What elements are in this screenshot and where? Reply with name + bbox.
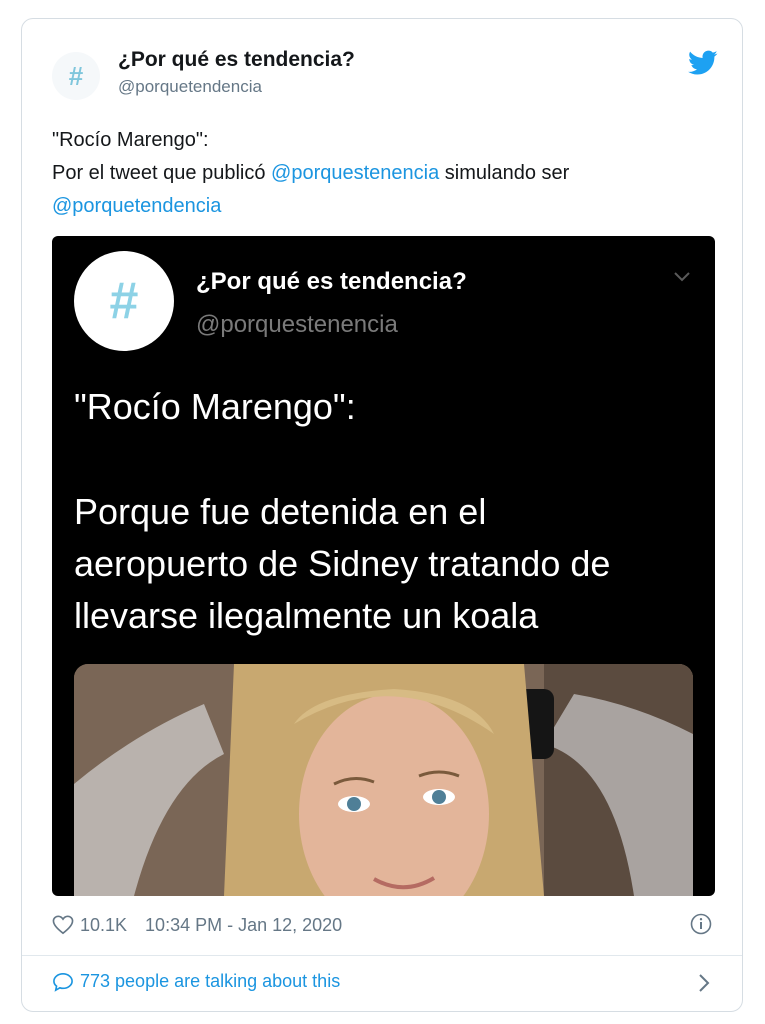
heart-icon xyxy=(52,915,74,935)
display-name[interactable]: ¿Por qué es tendencia? xyxy=(118,48,355,72)
embedded-avatar: # xyxy=(74,251,174,351)
chevron-right-icon[interactable] xyxy=(697,972,711,994)
embedded-body-line: Porque fue detenida en el xyxy=(74,491,487,532)
embedded-photo xyxy=(74,664,693,896)
hashtag-glyph: # xyxy=(109,272,139,330)
embedded-tweet-image[interactable]: # ¿Por qué es tendencia? @porquestenenci… xyxy=(52,236,715,896)
like-count: 10.1K xyxy=(80,914,128,935)
tweet-text-suffix: simulando ser xyxy=(439,162,570,184)
talking-text: 773 people are talking about this xyxy=(80,971,341,991)
talking-link[interactable]: 773 people are talking about this xyxy=(52,971,340,992)
mention-link[interactable]: @porquetendencia xyxy=(52,195,221,217)
hashtag-glyph: # xyxy=(68,60,84,91)
avatar[interactable]: # xyxy=(52,52,100,100)
embedded-body: Porque fue detenida en el aeropuerto de … xyxy=(74,486,694,642)
embedded-body-line: llevarse ilegalmente un koala xyxy=(74,595,539,636)
chevron-down-icon xyxy=(674,272,690,282)
timestamp-link[interactable]: 10:34 PM - Jan 12, 2020 xyxy=(145,915,342,936)
like-button[interactable]: 10.1K xyxy=(52,915,127,936)
tweet-text-line: Por el tweet que publicó @porquestenenci… xyxy=(52,157,712,190)
embedded-display-name: ¿Por qué es tendencia? xyxy=(196,268,467,295)
tweet-text-line: "Rocío Marengo": xyxy=(52,129,209,151)
embedded-handle: @porquestenencia xyxy=(196,311,398,338)
portrait-illustration xyxy=(74,664,693,896)
tweet-text-prefix: Por el tweet que publicó xyxy=(52,162,272,184)
embedded-quote: "Rocío Marengo": xyxy=(74,386,356,427)
tweet-footer: 10.1K 10:34 PM - Jan 12, 2020 xyxy=(52,910,715,940)
mention-link[interactable]: @porquestenencia xyxy=(271,162,439,184)
user-handle[interactable]: @porquetendencia xyxy=(118,77,262,97)
comment-bubble-icon xyxy=(53,972,73,992)
info-icon[interactable] xyxy=(690,913,712,935)
embedded-body-line: aeropuerto de Sidney tratando de xyxy=(74,543,611,584)
divider xyxy=(22,955,742,956)
twitter-bird-icon[interactable] xyxy=(688,50,718,76)
tweet-text-line: @porquetendencia xyxy=(52,190,712,223)
tweet-text: "Rocío Marengo": Por el tweet que public… xyxy=(52,124,712,223)
